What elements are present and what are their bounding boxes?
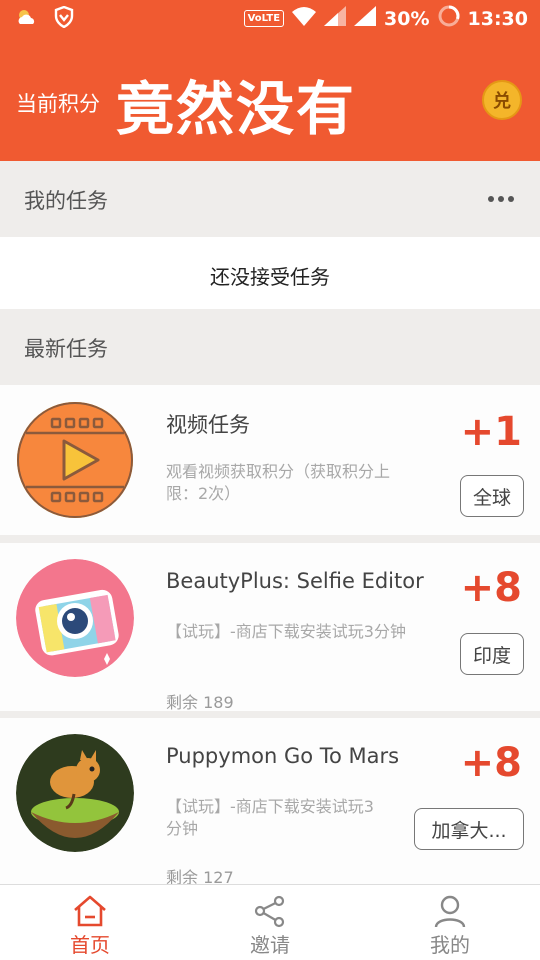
task-card[interactable]: Puppymon Go To Mars 【试玩】-商店下载安装试玩3分钟 +8 … [0, 718, 540, 884]
user-icon [432, 893, 468, 929]
points-value: 竟然没有 [116, 75, 357, 143]
redeem-icon: 兑 [493, 91, 511, 112]
home-icon [72, 893, 108, 929]
status-bar: VoLTE 30% 13:30 [0, 0, 540, 36]
my-tasks-header: 我的任务 [0, 161, 540, 237]
redeem-button[interactable]: 兑 [482, 80, 522, 120]
tab-label: 首页 [70, 933, 110, 957]
region-label: 加拿大... [431, 819, 507, 842]
puppymon-game-icon [16, 734, 134, 852]
points-header: 当前积分 竟然没有 兑 [0, 36, 540, 161]
signal-icon-2 [354, 6, 377, 31]
task-description: 【试玩】-商店下载安装试玩3分钟 [166, 797, 374, 838]
task-name: 视频任务 [166, 413, 250, 437]
tab-home[interactable]: 首页 [0, 885, 180, 960]
more-options-icon[interactable] [488, 196, 514, 202]
task-description: 【试玩】-商店下载安装试玩3分钟 [166, 622, 406, 641]
share-icon [252, 893, 288, 929]
task-card[interactable]: 视频任务 观看视频获取积分（获取积分上限：2次） +1 全球 [0, 385, 540, 535]
points-label: 当前积分 [16, 92, 100, 116]
region-label: 全球 [472, 486, 511, 509]
weather-icon [16, 8, 40, 30]
region-label: 印度 [472, 644, 511, 667]
vpn-shield-icon [54, 5, 74, 32]
bottom-tab-bar: 首页 邀请 我的 [0, 884, 540, 960]
latest-tasks-header: 最新任务 [0, 309, 540, 385]
region-button[interactable]: 加拿大... [414, 808, 524, 850]
task-card[interactable]: BeautyPlus: Selfie Editor 【试玩】-商店下载安装试玩3… [0, 543, 540, 712]
task-name: BeautyPlus: Selfie Editor [166, 569, 424, 593]
tab-mine[interactable]: 我的 [360, 885, 540, 960]
volte-badge: VoLTE [243, 10, 285, 27]
region-button[interactable]: 全球 [459, 475, 524, 517]
region-button[interactable]: 印度 [459, 633, 524, 675]
latest-tasks-title: 最新任务 [24, 337, 108, 361]
remaining-count: 剩余 189 [166, 693, 234, 712]
tab-label: 邀请 [250, 933, 290, 957]
beautyplus-camera-icon [16, 559, 134, 677]
tab-label: 我的 [430, 933, 470, 957]
my-tasks-empty: 还没接受任务 [0, 237, 540, 309]
remaining-count: 剩余 127 [166, 868, 234, 884]
task-reward: +1 [460, 409, 522, 455]
battery-level: 30% [384, 7, 430, 30]
video-play-icon [16, 401, 134, 519]
task-reward: +8 [460, 565, 522, 611]
tab-invite[interactable]: 邀请 [180, 885, 360, 960]
task-reward: +8 [460, 740, 522, 786]
signal-icon [324, 6, 347, 31]
clock: 13:30 [467, 7, 528, 30]
empty-state-text: 还没接受任务 [210, 265, 330, 289]
wifi-icon [292, 6, 317, 31]
task-description: 观看视频获取积分（获取积分上限：2次） [166, 462, 391, 503]
battery-ring-icon [438, 5, 460, 32]
task-name: Puppymon Go To Mars [166, 744, 400, 768]
my-tasks-title: 我的任务 [24, 189, 108, 213]
